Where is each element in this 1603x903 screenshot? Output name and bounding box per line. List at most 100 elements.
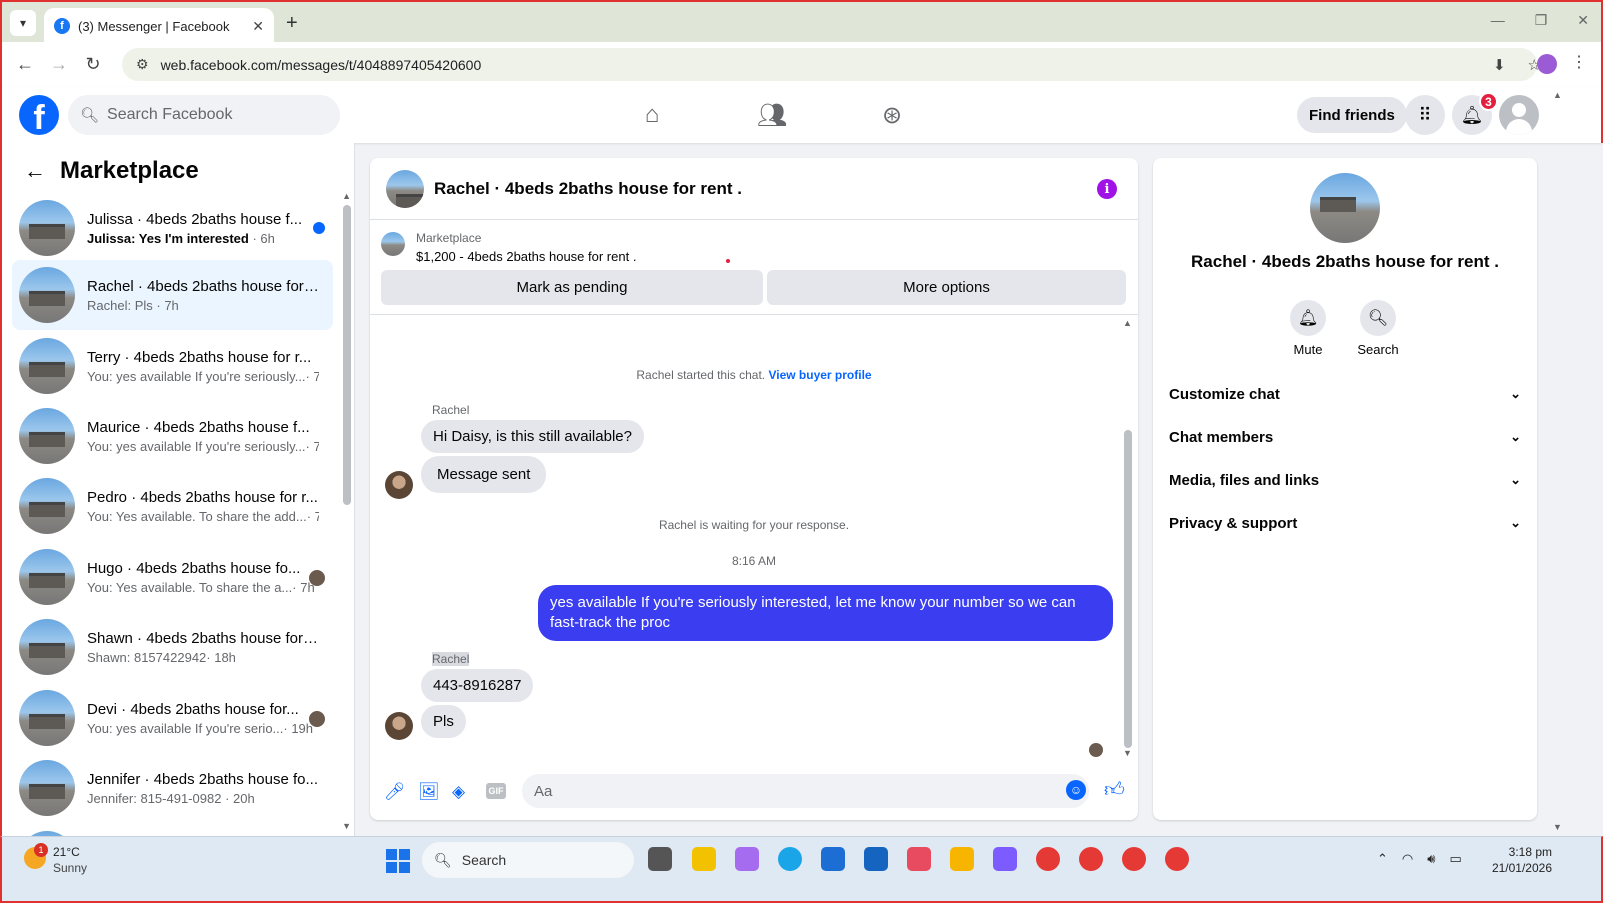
incoming-message[interactable]: Pls [421,705,466,738]
chrome-profile-icon[interactable] [1122,847,1146,871]
emoji-icon[interactable]: ☺ [1066,780,1086,800]
copilot-icon[interactable] [735,847,759,871]
browser-tab[interactable]: f (3) Messenger | Facebook ✕ [44,8,274,44]
conversation-shawn[interactable]: Shawn · 4beds 2baths house for ... Shawn… [12,612,333,682]
conversation-preview: You: yes available If you're serio... [87,720,284,736]
scroll-up-arrow-icon[interactable]: ▲ [1123,318,1132,328]
outlook-icon[interactable] [864,847,888,871]
incoming-message[interactable]: Hi Daisy, is this still available? [421,420,644,453]
snipping-tool-icon[interactable] [907,847,931,871]
weather-condition[interactable]: Sunny [53,861,87,875]
scroll-up-arrow-icon[interactable]: ▲ [342,191,351,201]
search-chat-button[interactable]: 🔍︎ Search [1348,300,1408,357]
new-tab-button[interactable]: + [286,12,298,35]
windows-start-icon[interactable] [386,849,410,873]
restore-icon[interactable]: ❐ [1535,12,1548,29]
more-options-button[interactable]: More options [767,270,1126,305]
conversation-time: · 6h [252,230,275,246]
close-window-icon[interactable]: ✕ [1577,12,1589,29]
minimize-icon[interactable]: — [1491,12,1505,29]
scroll-down-arrow-icon[interactable]: ▼ [1123,748,1132,758]
taskbar-search[interactable]: 🔍︎ Search [422,842,634,878]
install-app-icon[interactable]: ⬇ [1493,56,1506,74]
conversation-rachel[interactable]: Rachel · 4beds 2baths house for ... Rach… [12,260,333,330]
mark-as-pending-button[interactable]: Mark as pending [381,270,763,305]
conversation-name: Hugo · 4beds 2baths house fo... [87,559,301,577]
browser-profile-avatar[interactable] [1537,54,1557,74]
media-files-links-row[interactable]: Media, files and links ⌄ [1169,462,1521,498]
close-tab-icon[interactable]: ✕ [252,18,264,35]
rachel-avatar[interactable] [385,712,413,740]
outgoing-message[interactable]: yes available If you're seriously intere… [538,585,1113,641]
sender-name: Rachel [432,652,470,666]
photo-icon[interactable]: 🖼︎ [418,782,440,802]
groups-icon[interactable]: ⊛ [862,87,922,143]
customize-chat-row[interactable]: Customize chat ⌄ [1169,376,1521,412]
privacy-support-row[interactable]: Privacy & support ⌄ [1169,505,1521,541]
conversation-pedro[interactable]: Pedro · 4beds 2baths house for r... You:… [12,471,333,541]
chat-scrollbar[interactable] [1124,430,1132,748]
menu-grid-icon[interactable]: ⠿ [1405,95,1445,135]
store-icon[interactable] [821,847,845,871]
scroll-down-arrow-icon[interactable]: ▼ [342,821,351,831]
weather-temperature[interactable]: 21°C [53,845,80,859]
back-icon[interactable]: ← [8,54,42,75]
vpn-icon[interactable] [993,847,1017,871]
listing-large-thumbnail[interactable] [1310,173,1380,243]
info-icon[interactable]: i [1097,179,1117,199]
page-scroll-up-icon[interactable]: ▲ [1553,90,1562,100]
facebook-logo-icon[interactable]: f [19,95,59,135]
message-input[interactable]: Aa [522,774,1089,808]
conversation-devi[interactable]: Devi · 4beds 2baths house for... You: ye… [12,683,333,753]
incoming-message[interactable]: 443-8916287 [421,669,534,702]
notifications-bell-icon[interactable]: 🔔︎ 3 [1452,92,1498,135]
sidebar-scrollbar[interactable] [343,205,351,505]
sticker-icon[interactable]: ◈ [452,782,465,802]
microphone-icon[interactable]: 🎤︎ [384,782,406,802]
facebook-favicon-icon: f [54,18,70,34]
facebook-search-input[interactable]: 🔍︎ Search Facebook [68,95,340,135]
thumbs-up-icon[interactable]: 👍︎ [1104,778,1125,802]
chrome-icon[interactable] [1036,847,1060,871]
chevron-up-icon[interactable]: ⌃ [1377,851,1388,867]
chat-listing-thumbnail[interactable] [386,169,424,208]
edge-icon[interactable] [778,847,802,871]
view-buyer-profile-link[interactable]: View buyer profile [768,368,871,382]
home-icon[interactable]: ⌂ [622,87,682,143]
mute-button[interactable]: 🔔︎ Mute [1278,300,1338,357]
clock-time[interactable]: 3:18 pm [1492,845,1552,859]
task-view-icon[interactable] [648,847,672,871]
find-friends-button[interactable]: Find friends [1297,97,1407,133]
page-scroll-down-icon[interactable]: ▼ [1553,822,1562,832]
chat-title[interactable]: Rachel · 4beds 2baths house for rent . [434,179,742,199]
address-bar[interactable]: ⚙ web.facebook.com/messages/t/4048897405… [122,48,1537,81]
listing-price[interactable]: $1,200 - 4beds 2baths house for rent . [416,249,636,264]
conversation-terry[interactable]: Terry · 4beds 2baths house for r... You:… [12,331,333,401]
chrome-profile-icon[interactable] [1079,847,1103,871]
wifi-icon[interactable]: ◠ [1402,851,1413,867]
rachel-avatar[interactable] [385,471,413,499]
conversation-maurice[interactable]: Maurice · 4beds 2baths house f... You: y… [12,401,333,471]
account-avatar[interactable] [1499,95,1539,135]
incoming-message[interactable]: Message sent [421,456,547,493]
site-info-icon[interactable]: ⚙ [136,56,149,73]
notification-badge: 3 [1479,92,1498,111]
back-arrow-icon[interactable]: ← [24,158,46,184]
browser-menu-icon[interactable]: ⋮ [1571,52,1587,72]
reload-icon[interactable]: ↻ [76,54,110,75]
volume-icon[interactable]: 🔊︎ [1427,851,1435,867]
conversation-jennifer[interactable]: Jennifer · 4beds 2baths house fo... Jenn… [12,753,333,823]
conversation-hugo[interactable]: Hugo · 4beds 2baths house fo... You: Yes… [12,542,333,612]
conversation-partial[interactable] [12,824,333,836]
gif-icon[interactable]: GIF [486,783,506,799]
conversation-julissa[interactable]: Julissa · 4beds 2baths house f... Juliss… [12,193,333,263]
chrome-profile-icon[interactable] [1165,847,1189,871]
chat-members-row[interactable]: Chat members ⌄ [1169,419,1521,455]
battery-icon[interactable]: ▭ [1449,851,1461,867]
clock-date[interactable]: 21/01/2026 [1478,861,1552,875]
file-explorer-icon[interactable] [950,847,974,871]
friends-icon[interactable]: 👥︎ [742,87,802,143]
forward-icon[interactable]: → [42,54,76,75]
tab-search-button[interactable]: ▾ [10,10,36,36]
sticky-notes-icon[interactable] [692,847,716,871]
